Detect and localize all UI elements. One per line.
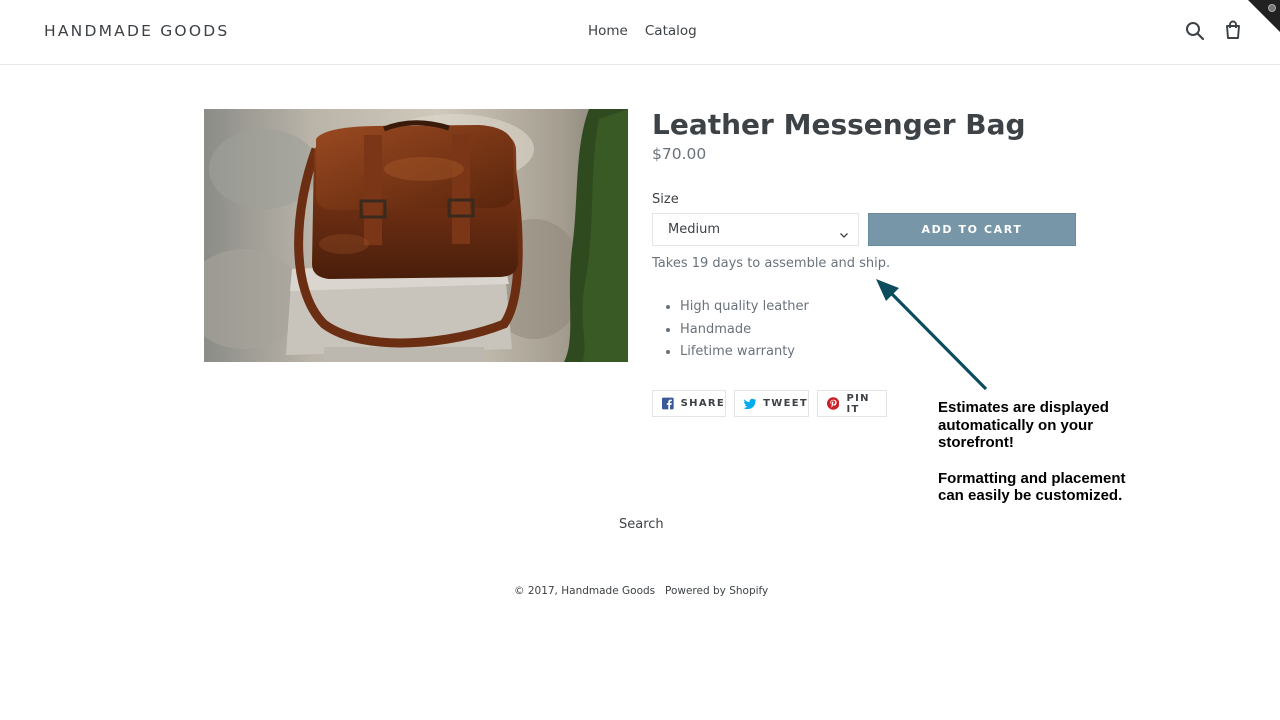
product-image	[204, 109, 628, 362]
annotation-line: can easily be customized.	[938, 487, 1123, 504]
site-logo[interactable]: HANDMADE GOODS	[44, 22, 229, 40]
annotation-line: automatically on your	[938, 416, 1094, 434]
nav-link-home[interactable]: Home	[588, 23, 628, 39]
copyright-text[interactable]: © 2017, Handmade Goods	[514, 585, 655, 597]
size-select-value: Medium	[668, 222, 720, 237]
annotation-line: storefront!	[938, 434, 1014, 451]
facebook-icon	[662, 397, 674, 410]
chevron-down-icon	[839, 225, 849, 244]
share-pinterest-button[interactable]: PIN IT	[817, 390, 887, 417]
annotation-callout: Estimates are displayed automatically on…	[938, 399, 1126, 505]
twitter-icon	[744, 398, 757, 409]
feature-item: Lifetime warranty	[680, 341, 809, 364]
share-label: TWEET	[763, 398, 808, 409]
size-select[interactable]: Medium	[652, 213, 859, 246]
footer-copyright: © 2017, Handmade Goods	[514, 585, 655, 597]
annotation-line: Formatting and placement	[938, 469, 1126, 487]
main-nav: Home Catalog	[588, 23, 697, 39]
size-label: Size	[652, 192, 679, 207]
cart-icon[interactable]	[1223, 20, 1245, 42]
nav-link-catalog[interactable]: Catalog	[645, 23, 697, 39]
product-title: Leather Messenger Bag	[652, 108, 1026, 141]
annotation-arrow	[876, 279, 988, 391]
feature-item: Handmade	[680, 319, 809, 342]
site-header: HANDMADE GOODS Home Catalog	[0, 0, 1280, 65]
search-icon[interactable]	[1185, 21, 1207, 43]
share-twitter-button[interactable]: TWEET	[734, 390, 809, 417]
delivery-estimate: Takes 19 days to assemble and ship.	[652, 256, 891, 271]
gear-icon[interactable]	[1268, 4, 1276, 12]
annotation-line: Estimates are displayed	[938, 399, 1109, 416]
feature-item: High quality leather	[680, 296, 809, 319]
footer-search-link[interactable]: Search	[619, 517, 664, 532]
powered-by-link[interactable]: Powered by Shopify	[665, 585, 768, 597]
pinterest-icon	[827, 397, 840, 410]
share-label: PIN IT	[846, 392, 870, 415]
product-price: $70.00	[652, 145, 707, 163]
product-features: High quality leather Handmade Lifetime w…	[652, 296, 809, 364]
add-to-cart-button[interactable]: ADD TO CART	[868, 213, 1076, 246]
share-facebook-button[interactable]: SHARE	[652, 390, 726, 417]
share-label: SHARE	[680, 398, 725, 409]
